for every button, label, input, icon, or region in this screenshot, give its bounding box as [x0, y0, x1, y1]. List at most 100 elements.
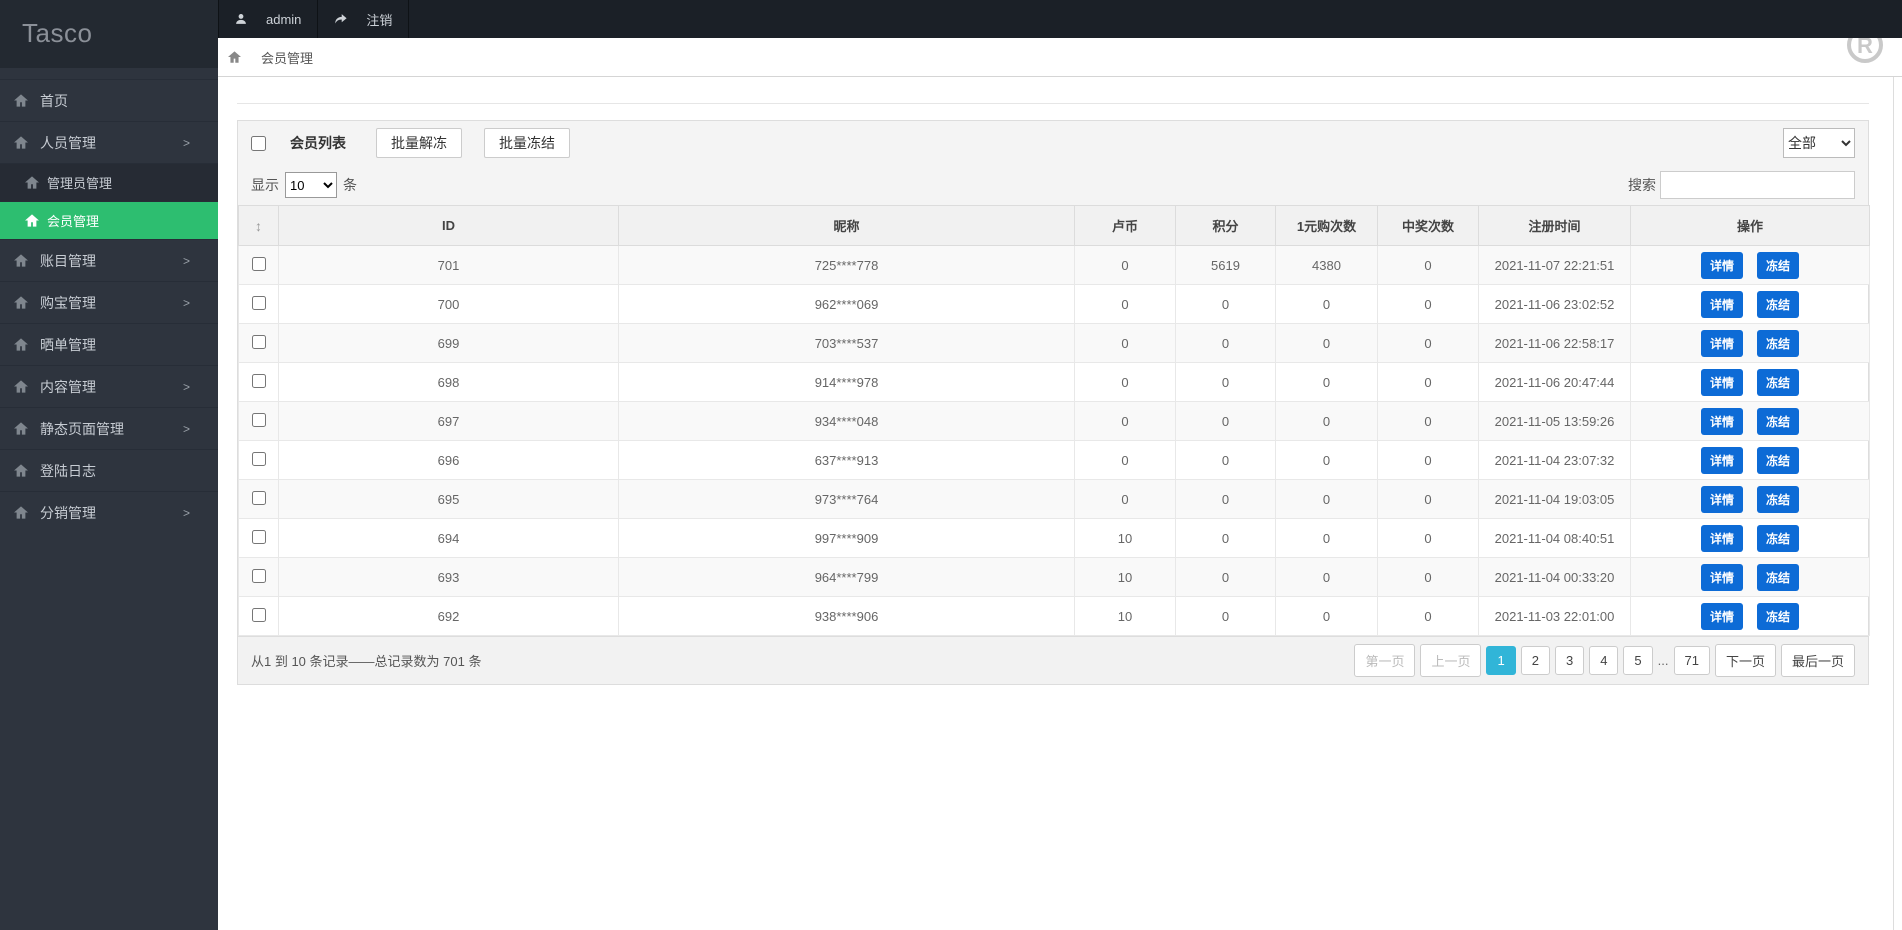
- column-header-id[interactable]: ID: [279, 206, 619, 246]
- row-checkbox[interactable]: [252, 374, 266, 388]
- topbar-user[interactable]: admin: [218, 0, 318, 38]
- row-checkbox[interactable]: [252, 530, 266, 544]
- chevron-right-icon: >: [183, 136, 190, 150]
- sidebar-item[interactable]: 静态页面管理>: [0, 407, 218, 449]
- row-checkbox[interactable]: [252, 452, 266, 466]
- cell-id: 697: [279, 402, 619, 441]
- cell-win-count: 0: [1378, 558, 1479, 597]
- pagination-button[interactable]: 最后一页: [1781, 644, 1855, 677]
- sidebar-item[interactable]: 管理员管理: [0, 163, 218, 201]
- row-checkbox[interactable]: [252, 569, 266, 583]
- logout-button[interactable]: 注销: [318, 0, 409, 38]
- pagination-button[interactable]: 上一页: [1420, 644, 1481, 677]
- column-header-sort[interactable]: ↕: [239, 206, 279, 246]
- sidebar-item[interactable]: 分销管理>: [0, 491, 218, 533]
- sidebar-item[interactable]: 登陆日志: [0, 449, 218, 491]
- cell-coin: 10: [1075, 519, 1176, 558]
- scrollbar-track[interactable]: [1893, 77, 1894, 930]
- cell-checkbox: [239, 558, 279, 597]
- row-checkbox[interactable]: [252, 413, 266, 427]
- column-header-points[interactable]: 积分: [1176, 206, 1276, 246]
- freeze-button[interactable]: 冻结: [1757, 330, 1799, 357]
- page-size-select[interactable]: 10: [285, 172, 337, 198]
- detail-button[interactable]: 详情: [1701, 408, 1743, 435]
- freeze-button[interactable]: 冻结: [1757, 408, 1799, 435]
- page-title: 会员管理: [261, 48, 313, 67]
- cell-actions: 详情冻结: [1631, 285, 1870, 324]
- pagination-button[interactable]: 3: [1555, 646, 1584, 675]
- freeze-button[interactable]: 冻结: [1757, 291, 1799, 318]
- select-all-checkbox[interactable]: [251, 136, 266, 151]
- row-checkbox[interactable]: [252, 257, 266, 271]
- freeze-button[interactable]: 冻结: [1757, 486, 1799, 513]
- table-row: 696637****91300002021-11-04 23:07:32详情冻结: [239, 441, 1870, 480]
- cell-actions: 详情冻结: [1631, 363, 1870, 402]
- row-checkbox[interactable]: [252, 608, 266, 622]
- pagination-button[interactable]: 2: [1521, 646, 1550, 675]
- batch-unfreeze-button[interactable]: 批量解冻: [376, 128, 462, 158]
- filter-select[interactable]: 全部: [1783, 128, 1855, 158]
- pagination-button[interactable]: 4: [1589, 646, 1618, 675]
- freeze-button[interactable]: 冻结: [1757, 252, 1799, 279]
- cell-checkbox: [239, 363, 279, 402]
- cell-win-count: 0: [1378, 480, 1479, 519]
- cell-points: 0: [1176, 597, 1276, 636]
- sidebar-item[interactable]: 会员管理: [0, 201, 218, 239]
- cell-actions: 详情冻结: [1631, 519, 1870, 558]
- cell-win-count: 0: [1378, 441, 1479, 480]
- pagination-button[interactable]: 71: [1674, 646, 1710, 675]
- detail-button[interactable]: 详情: [1701, 291, 1743, 318]
- cell-checkbox: [239, 402, 279, 441]
- sidebar-item[interactable]: 人员管理>: [0, 121, 218, 163]
- detail-button[interactable]: 详情: [1701, 369, 1743, 396]
- detail-button[interactable]: 详情: [1701, 564, 1743, 591]
- pagination-button[interactable]: 5: [1623, 646, 1652, 675]
- cell-id: 699: [279, 324, 619, 363]
- row-checkbox[interactable]: [252, 491, 266, 505]
- members-table: ↕ ID 昵称 卢币 积分 1元购次数 中奖次数 注册时间 操作 701725*…: [238, 205, 1870, 636]
- batch-freeze-button[interactable]: 批量冻结: [484, 128, 570, 158]
- cell-coin: 0: [1075, 285, 1176, 324]
- sidebar-item[interactable]: 晒单管理: [0, 323, 218, 365]
- detail-button[interactable]: 详情: [1701, 486, 1743, 513]
- freeze-button[interactable]: 冻结: [1757, 369, 1799, 396]
- records-summary: 从1 到 10 条记录——总记录数为 701 条: [251, 651, 481, 670]
- pagination: 第一页上一页12345...71下一页最后一页: [1354, 644, 1855, 677]
- column-header-nickname[interactable]: 昵称: [619, 206, 1075, 246]
- sidebar-item[interactable]: 首页: [0, 79, 218, 121]
- chevron-right-icon: >: [183, 296, 190, 310]
- column-header-coin[interactable]: 卢币: [1075, 206, 1176, 246]
- row-checkbox[interactable]: [252, 296, 266, 310]
- detail-button[interactable]: 详情: [1701, 447, 1743, 474]
- cell-win-count: 0: [1378, 402, 1479, 441]
- detail-button[interactable]: 详情: [1701, 252, 1743, 279]
- cell-nickname: 725****778: [619, 246, 1075, 285]
- detail-button[interactable]: 详情: [1701, 330, 1743, 357]
- detail-button[interactable]: 详情: [1701, 525, 1743, 552]
- cell-coin: 0: [1075, 324, 1176, 363]
- row-checkbox[interactable]: [252, 335, 266, 349]
- brand-logo[interactable]: Tasco: [0, 0, 218, 68]
- cell-checkbox: [239, 324, 279, 363]
- column-header-register-time[interactable]: 注册时间: [1479, 206, 1631, 246]
- cell-win-count: 0: [1378, 285, 1479, 324]
- pagination-button[interactable]: 第一页: [1354, 644, 1415, 677]
- pagination-button[interactable]: 1: [1486, 646, 1515, 675]
- freeze-button[interactable]: 冻结: [1757, 447, 1799, 474]
- search-input[interactable]: [1660, 171, 1855, 199]
- pagination-button[interactable]: 下一页: [1715, 644, 1776, 677]
- sidebar-item[interactable]: 账目管理>: [0, 239, 218, 281]
- freeze-button[interactable]: 冻结: [1757, 525, 1799, 552]
- freeze-button[interactable]: 冻结: [1757, 603, 1799, 630]
- cell-nickname: 938****906: [619, 597, 1075, 636]
- detail-button[interactable]: 详情: [1701, 603, 1743, 630]
- column-header-win-count[interactable]: 中奖次数: [1378, 206, 1479, 246]
- cell-register-time: 2021-11-06 22:58:17: [1479, 324, 1631, 363]
- cell-win-count: 0: [1378, 246, 1479, 285]
- freeze-button[interactable]: 冻结: [1757, 564, 1799, 591]
- sidebar-item[interactable]: 内容管理>: [0, 365, 218, 407]
- sidebar-item[interactable]: 购宝管理>: [0, 281, 218, 323]
- logout-label: 注销: [366, 10, 392, 29]
- column-header-purchase-count[interactable]: 1元购次数: [1276, 206, 1378, 246]
- home-icon: [14, 254, 28, 267]
